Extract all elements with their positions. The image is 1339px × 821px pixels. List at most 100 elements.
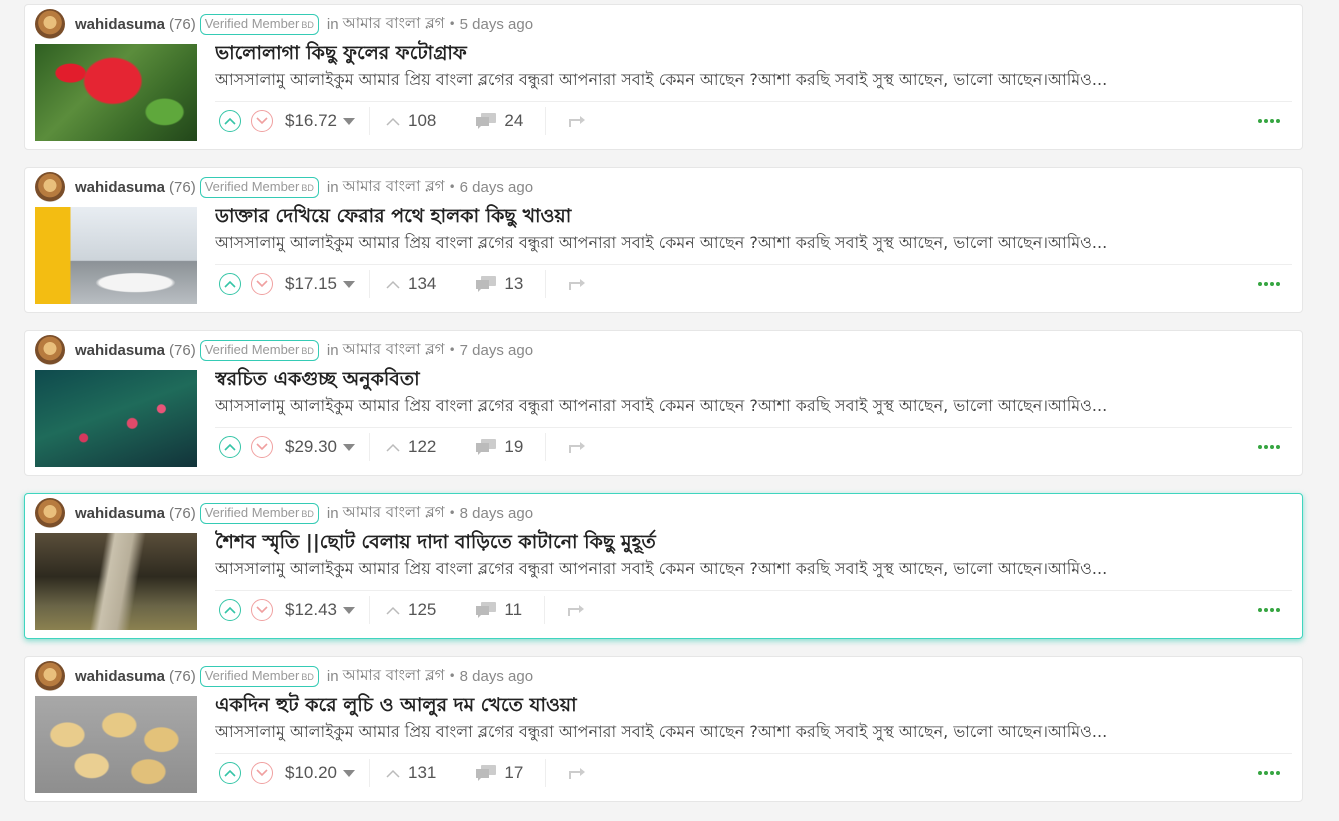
caret-down-icon[interactable] — [343, 769, 355, 777]
author-reputation: (76) — [169, 178, 196, 196]
post-title[interactable]: ভালোলাগা কিছু ফুলের ফটোগ্রাফ — [215, 40, 1285, 66]
caret-down-icon[interactable] — [343, 117, 355, 125]
reblog-icon[interactable] — [568, 440, 586, 454]
author-link[interactable]: wahidasuma — [75, 668, 165, 685]
divider — [545, 107, 547, 135]
upvote-button[interactable] — [219, 762, 241, 784]
vote-count[interactable]: 131 — [408, 763, 436, 783]
avatar[interactable] — [35, 498, 65, 528]
post-title[interactable]: একদিন হুট করে লুচি ও আলুর দম খেতে যাওয়া — [215, 692, 1285, 718]
more-dots-icon[interactable] — [1258, 608, 1280, 612]
reblog-icon[interactable] — [568, 766, 586, 780]
post-summary[interactable]: আসসালামু আলাইকুম আমার প্রিয় বাংলা ব্লগে… — [215, 557, 1245, 581]
post-title[interactable]: শৈশব স্মৃতি ||ছোট বেলায় দাদা বাড়িতে কা… — [215, 529, 1285, 555]
payout-value[interactable]: $10.20 — [285, 763, 337, 783]
comment-count[interactable]: 13 — [504, 274, 523, 294]
post-thumbnail[interactable] — [35, 370, 197, 467]
post-summary[interactable]: আসসালামু আলাইকুম আমার প্রিয় বাংলা ব্লগে… — [215, 394, 1245, 418]
more-dots-icon[interactable] — [1258, 119, 1280, 123]
avatar[interactable] — [35, 9, 65, 39]
post-title[interactable]: ডাক্তার দেখিয়ে ফেরার পথে হালকা কিছু খাও… — [215, 203, 1285, 229]
post-summary[interactable]: আসসালামু আলাইকুম আমার প্রিয় বাংলা ব্লগে… — [215, 68, 1245, 92]
payout-value[interactable]: $29.30 — [285, 437, 337, 457]
caret-down-icon[interactable] — [343, 606, 355, 614]
divider — [369, 433, 370, 461]
comments-icon[interactable] — [476, 764, 497, 782]
chevron-up-icon — [224, 769, 236, 777]
upvote-button[interactable] — [219, 273, 241, 295]
separator-dot: • — [448, 17, 456, 31]
in-label: in — [326, 341, 339, 359]
comments-icon[interactable] — [476, 275, 497, 293]
post-timestamp[interactable]: 6 days ago — [460, 179, 533, 196]
payout-value[interactable]: $17.15 — [285, 274, 337, 294]
community-link[interactable]: আমার বাংলা ব্লগ — [343, 501, 445, 526]
vote-count[interactable]: 108 — [408, 111, 436, 131]
chevron-down-icon — [256, 769, 268, 777]
divider — [215, 264, 1292, 265]
post-title[interactable]: স্বরচিত একগুচ্ছ অনুকবিতা — [215, 366, 1285, 392]
author-link[interactable]: wahidasuma — [75, 505, 165, 522]
upvote-button[interactable] — [219, 599, 241, 621]
caret-down-icon[interactable] — [343, 280, 355, 288]
more-dots-icon[interactable] — [1258, 282, 1280, 286]
author-link[interactable]: wahidasuma — [75, 342, 165, 359]
community-link[interactable]: আমার বাংলা ব্লগ — [343, 664, 445, 689]
divider — [215, 427, 1292, 428]
downvote-button[interactable] — [251, 599, 273, 621]
vote-count[interactable]: 125 — [408, 600, 436, 620]
downvote-button[interactable] — [251, 762, 273, 784]
comments-icon[interactable] — [476, 438, 497, 456]
post-thumbnail[interactable] — [35, 207, 197, 304]
badge-label: Verified Member — [204, 667, 300, 683]
divider — [215, 101, 1292, 102]
chevron-up-icon[interactable] — [386, 443, 400, 452]
community-link[interactable]: আমার বাংলা ব্লগ — [343, 338, 445, 363]
post-timestamp[interactable]: 7 days ago — [460, 342, 533, 359]
post-summary[interactable]: আসসালামু আলাইকুম আমার প্রিয় বাংলা ব্লগে… — [215, 720, 1245, 744]
upvote-button[interactable] — [219, 110, 241, 132]
post-card: wahidasuma (76) Verified Member BD in আমা… — [24, 167, 1303, 313]
post-summary[interactable]: আসসালামু আলাইকুম আমার প্রিয় বাংলা ব্লগে… — [215, 231, 1245, 255]
payout-value[interactable]: $16.72 — [285, 111, 337, 131]
caret-down-icon[interactable] — [343, 443, 355, 451]
avatar[interactable] — [35, 335, 65, 365]
chevron-up-icon[interactable] — [386, 280, 400, 289]
more-dots-icon[interactable] — [1258, 771, 1280, 775]
comment-count[interactable]: 17 — [504, 763, 523, 783]
chevron-up-icon[interactable] — [386, 117, 400, 126]
comment-count[interactable]: 11 — [504, 600, 522, 620]
avatar[interactable] — [35, 172, 65, 202]
avatar[interactable] — [35, 661, 65, 691]
author-reputation: (76) — [169, 504, 196, 522]
reblog-icon[interactable] — [567, 603, 585, 617]
chevron-up-icon[interactable] — [386, 769, 400, 778]
post-thumbnail[interactable] — [35, 533, 197, 630]
reblog-icon[interactable] — [568, 114, 586, 128]
downvote-button[interactable] — [251, 110, 273, 132]
comments-icon[interactable] — [476, 112, 497, 130]
comment-count[interactable]: 19 — [504, 437, 523, 457]
vote-count[interactable]: 134 — [408, 274, 436, 294]
post-timestamp[interactable]: 8 days ago — [460, 668, 533, 685]
vote-count[interactable]: 122 — [408, 437, 436, 457]
reblog-icon[interactable] — [568, 277, 586, 291]
community-link[interactable]: আমার বাংলা ব্লগ — [343, 175, 445, 200]
upvote-button[interactable] — [219, 436, 241, 458]
more-dots-icon[interactable] — [1258, 445, 1280, 449]
post-timestamp[interactable]: 5 days ago — [460, 16, 533, 33]
post-timestamp[interactable]: 8 days ago — [460, 505, 533, 522]
chevron-up-icon[interactable] — [386, 606, 400, 615]
comment-count[interactable]: 24 — [504, 111, 523, 131]
author-link[interactable]: wahidasuma — [75, 179, 165, 196]
downvote-button[interactable] — [251, 273, 273, 295]
comments-icon[interactable] — [476, 601, 497, 619]
badge-suffix: BD — [301, 671, 314, 682]
payout-value[interactable]: $12.43 — [285, 600, 337, 620]
post-thumbnail[interactable] — [35, 44, 197, 141]
downvote-button[interactable] — [251, 436, 273, 458]
post-thumbnail[interactable] — [35, 696, 197, 793]
community-link[interactable]: আমার বাংলা ব্লগ — [343, 12, 445, 37]
author-link[interactable]: wahidasuma — [75, 16, 165, 33]
divider — [369, 107, 370, 135]
